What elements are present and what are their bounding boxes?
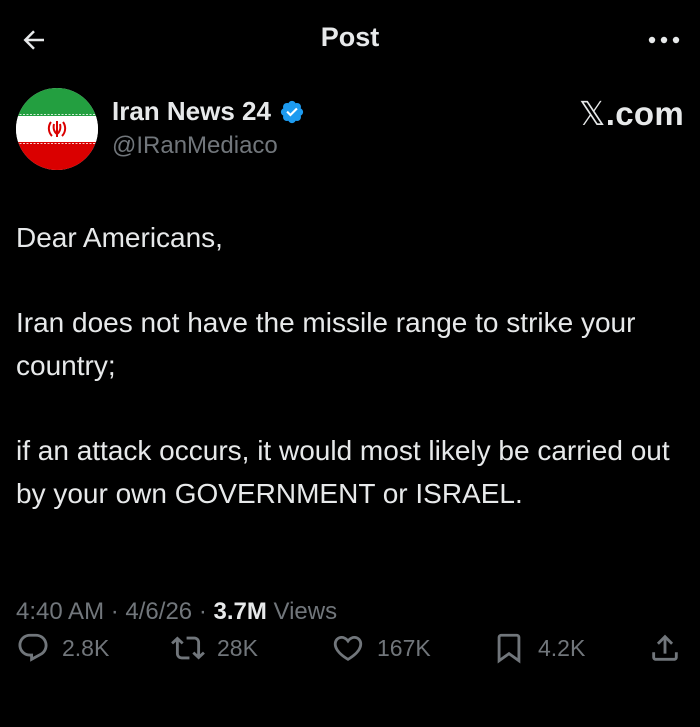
views-link[interactable]: 3.7M Views <box>213 598 337 625</box>
repost-arrows-icon <box>171 636 205 660</box>
author-row: Iran News 24 @IRanMediaco 𝕏.com <box>16 88 684 178</box>
action-bar: 2.8K 28K 167K 4.2K <box>16 628 684 668</box>
display-name: Iran News 24 <box>112 96 271 126</box>
tweet-paragraph: Iran does not have the missile range to … <box>16 307 636 381</box>
meta-separator: · <box>110 598 119 625</box>
views-label: Views <box>273 598 338 625</box>
reply-count: 2.8K <box>62 634 110 661</box>
views-count: 3.7M <box>213 598 267 625</box>
post-header: Post <box>0 0 700 78</box>
x-com-watermark: 𝕏.com <box>579 94 684 133</box>
like-count: 167K <box>377 634 431 661</box>
like-button[interactable]: 167K <box>331 628 431 668</box>
repost-count: 28K <box>217 634 258 661</box>
verified-badge-icon <box>280 100 304 123</box>
author-handle[interactable]: @IRanMediaco <box>112 132 278 160</box>
heart-icon <box>333 635 363 661</box>
more-options-button[interactable] <box>644 22 684 58</box>
bookmark-icon <box>497 633 521 664</box>
share-button[interactable] <box>648 628 682 668</box>
reply-button[interactable]: 2.8K <box>16 628 109 668</box>
iran-flag-icon <box>16 88 98 170</box>
speech-bubble-icon <box>18 633 48 662</box>
tweet-meta: 4:40 AM · 4/6/26 · 3.7M Views <box>16 598 337 626</box>
watermark-suffix: .com <box>605 95 684 132</box>
display-name-link[interactable]: Iran News 24 <box>112 96 305 127</box>
post-date[interactable]: 4/6/26 <box>125 598 192 625</box>
tweet-paragraph: Dear Americans, <box>16 222 223 253</box>
tweet-text: Dear Americans, Iran does not have the m… <box>16 216 684 515</box>
page-title: Post <box>320 22 380 52</box>
meta-separator: · <box>198 598 207 625</box>
more-horizontal-icon <box>648 36 680 44</box>
bookmark-button[interactable]: 4.2K <box>492 628 585 668</box>
share-upload-icon <box>652 634 678 661</box>
tweet-paragraph: if an attack occurs, it would most likel… <box>16 435 670 509</box>
repost-button[interactable]: 28K <box>171 628 258 668</box>
bookmark-count: 4.2K <box>538 634 586 661</box>
post-time[interactable]: 4:40 AM <box>16 598 104 625</box>
x-logo-glyph: 𝕏 <box>578 94 606 133</box>
avatar[interactable] <box>16 88 98 170</box>
